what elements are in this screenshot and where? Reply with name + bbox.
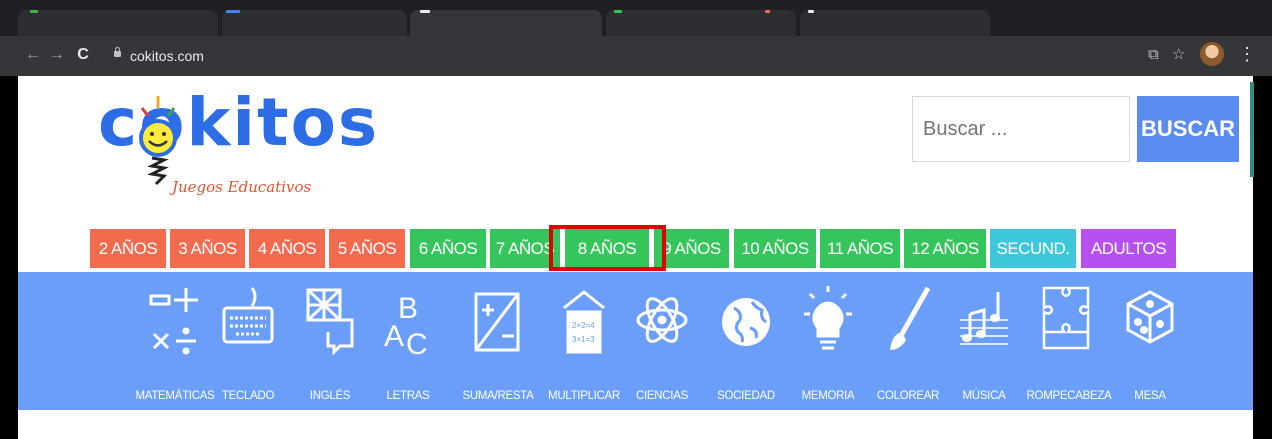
browser-tab[interactable]	[18, 10, 218, 36]
svg-text:3×1=3: 3×1=3	[572, 335, 595, 344]
content-area	[18, 410, 1253, 439]
share-icon[interactable]: ⧉	[1148, 46, 1159, 64]
category-label[interactable]: COLOREAR	[874, 390, 942, 402]
browser-tab-strip	[0, 0, 1272, 36]
category-label[interactable]: SUMA/RESTA	[458, 390, 538, 402]
age-nav-item[interactable]: 3 AÑOS	[170, 229, 245, 268]
category-society[interactable]	[718, 284, 774, 372]
category-label[interactable]: MÚSICA	[956, 390, 1012, 402]
puzzle-icon	[1042, 286, 1090, 350]
browser-tab-active[interactable]	[410, 10, 602, 36]
uk-flag-speech-icon	[306, 288, 354, 356]
plus-minus-icon	[474, 292, 520, 352]
highlight-box	[549, 225, 666, 271]
search-button[interactable]: BUSCAR	[1137, 96, 1239, 162]
profile-avatar[interactable]	[1200, 42, 1224, 66]
site-logo[interactable]: cokitos Juegos Educativos	[98, 86, 377, 197]
tab-favicon	[226, 10, 240, 13]
menu-kebab-icon[interactable]: ⋮	[1238, 44, 1256, 64]
tab-favicon	[30, 10, 38, 13]
paintbrush-icon	[890, 286, 931, 350]
age-nav-item[interactable]: ADULTOS	[1081, 229, 1176, 268]
category-memory[interactable]	[800, 284, 856, 372]
age-nav-item[interactable]: 6 AÑOS	[410, 229, 486, 268]
category-label[interactable]: MULTIPLICAR	[542, 390, 626, 402]
age-nav-item[interactable]: SECUND.	[990, 229, 1076, 268]
category-science[interactable]	[634, 284, 690, 372]
lock-icon[interactable]	[114, 47, 121, 57]
keyboard-icon	[222, 287, 274, 344]
tab-favicon	[420, 10, 430, 13]
age-nav-item[interactable]: 11 AÑOS	[820, 229, 900, 268]
scrollbar-thumb[interactable]	[1250, 82, 1254, 177]
dice-icon	[1126, 290, 1174, 344]
category-label[interactable]: LETRAS	[380, 390, 436, 402]
category-keyboard[interactable]	[220, 284, 276, 372]
tab-favicon	[765, 10, 770, 13]
category-label[interactable]: MESA	[1122, 390, 1178, 402]
category-coloring[interactable]	[880, 284, 936, 372]
category-label[interactable]: SOCIEDAD	[714, 390, 778, 402]
search-input[interactable]	[912, 96, 1130, 162]
logo-tagline: Juegos Educativos	[172, 178, 312, 196]
bookmark-star-icon[interactable]: ☆	[1172, 46, 1185, 64]
browser-tab[interactable]	[800, 10, 990, 36]
globe-icon	[722, 298, 770, 346]
category-music[interactable]	[956, 284, 1012, 372]
category-letters[interactable]: B A C	[380, 284, 436, 372]
category-label[interactable]: MEMORIA	[796, 390, 860, 402]
category-english[interactable]	[302, 284, 358, 372]
omnibox[interactable]	[106, 45, 1136, 67]
browser-tab[interactable]	[222, 10, 407, 36]
music-notes-icon	[960, 292, 1008, 345]
lightbulb-icon	[804, 286, 852, 350]
atom-icon	[636, 297, 688, 343]
right-frame-edge	[1253, 76, 1272, 439]
category-sum-sub[interactable]	[470, 284, 526, 372]
category-multiply[interactable]: 2×2=4 3×1=3	[556, 284, 612, 372]
forward-icon[interactable]: →	[48, 46, 66, 64]
tab-favicon	[614, 10, 622, 13]
multiplication-card-icon: 2×2=4 3×1=3	[563, 290, 605, 354]
svg-text:2×2=4: 2×2=4	[572, 321, 595, 330]
category-label[interactable]: ROMPECABEZA	[1024, 390, 1114, 402]
tab-favicon	[808, 10, 814, 13]
age-nav-item[interactable]: 12 AÑOS	[904, 229, 986, 268]
category-label[interactable]: CIENCIAS	[634, 390, 690, 402]
math-symbols-icon	[149, 288, 198, 355]
age-nav-item[interactable]: 2 AÑOS	[90, 229, 166, 268]
age-nav-item[interactable]: 10 AÑOS	[734, 229, 816, 268]
category-label[interactable]: TECLADO	[220, 390, 276, 402]
left-frame-edge	[0, 76, 18, 439]
category-label[interactable]: MATEMÁTICAS	[132, 390, 218, 402]
category-puzzle[interactable]	[1038, 284, 1094, 372]
age-nav-item[interactable]: 4 AÑOS	[249, 229, 325, 268]
browser-tab[interactable]	[606, 10, 796, 36]
abc-letters-icon: B A C	[384, 292, 428, 361]
age-nav-item[interactable]: 5 AÑOS	[329, 229, 405, 268]
url-text[interactable]: cokitos.com	[130, 46, 204, 66]
back-icon[interactable]: ←	[24, 46, 42, 64]
svg-text:C: C	[406, 328, 428, 361]
reload-icon[interactable]: C	[74, 46, 92, 64]
category-label[interactable]: INGLÉS	[302, 390, 358, 402]
category-table[interactable]	[1122, 284, 1178, 372]
svg-text:A: A	[384, 320, 404, 353]
category-math[interactable]	[146, 284, 202, 372]
